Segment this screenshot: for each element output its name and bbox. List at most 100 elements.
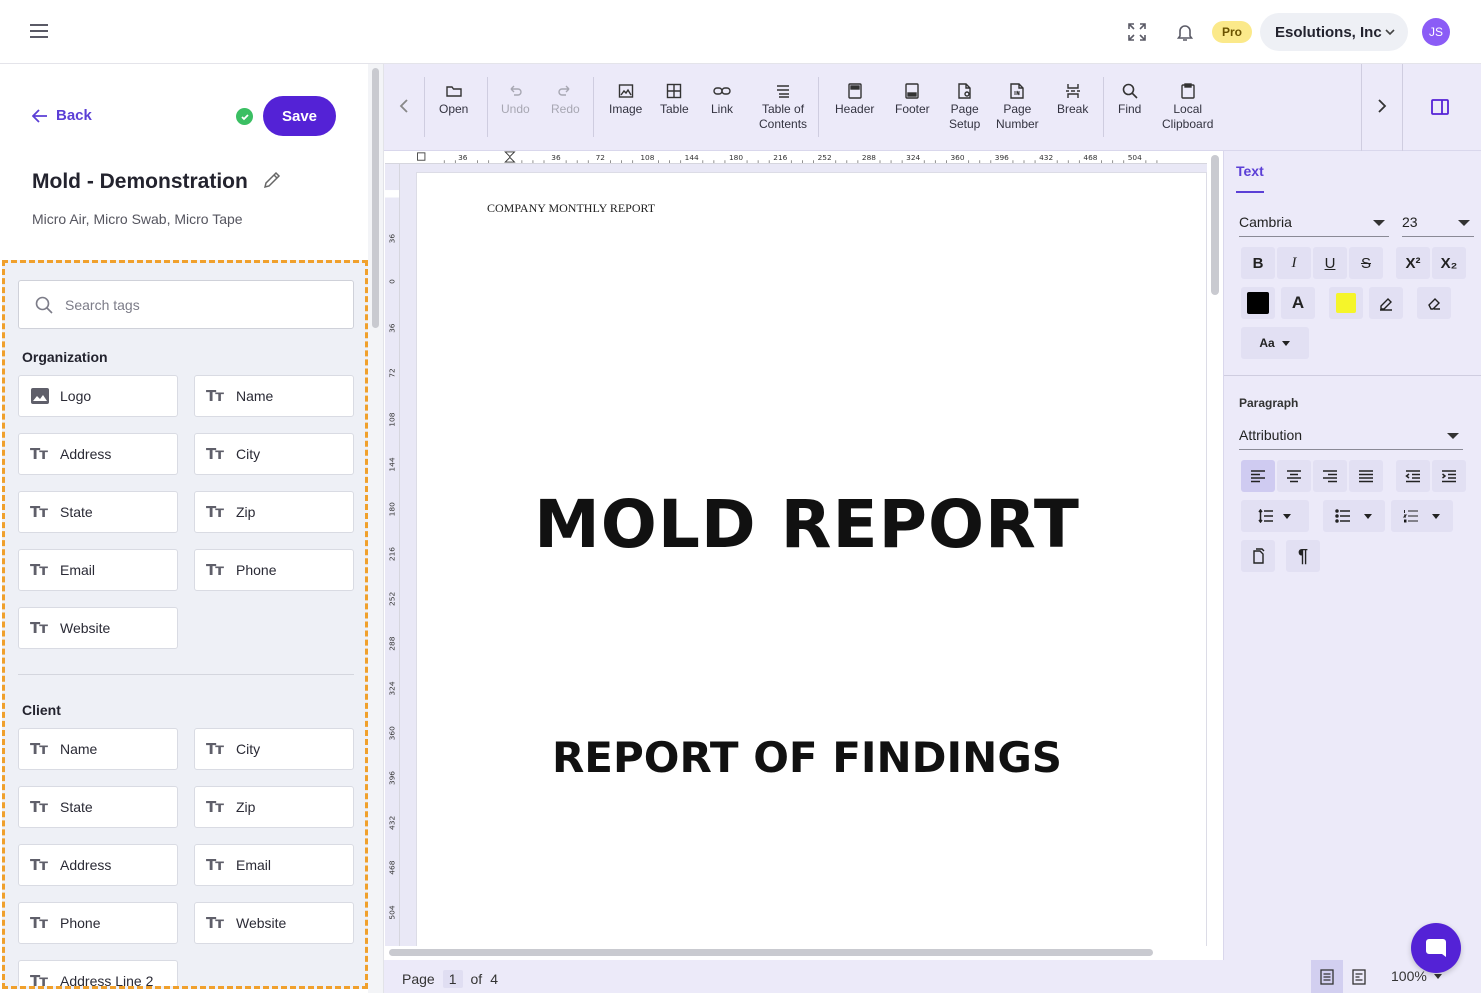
chevron-right-icon[interactable] [1376, 98, 1388, 119]
tab-text[interactable]: Text [1236, 163, 1264, 193]
strikethrough-button[interactable]: S [1349, 247, 1383, 279]
document-canvas[interactable]: COMPANY MONTHLY REPORT MOLD REPORT REPOR… [400, 164, 1207, 952]
page-number-button[interactable]: Page Number [996, 83, 1039, 132]
ruler-h-label: 72 [596, 153, 605, 162]
page-number-label-1: Page [1003, 102, 1032, 116]
highlight-color-button[interactable] [1329, 287, 1363, 319]
current-page-input[interactable]: 1 [442, 970, 463, 988]
footer-button[interactable]: Footer [895, 83, 930, 117]
increase-indent-button[interactable] [1432, 460, 1466, 492]
tag-label: Logo [60, 388, 92, 404]
align-center-button[interactable] [1277, 460, 1311, 492]
undo-button[interactable]: Undo [501, 83, 530, 117]
document-heading[interactable]: MOLD REPORT [401, 486, 1213, 563]
open-button[interactable]: Open [439, 83, 468, 117]
tag-client-state[interactable]: Tт State [18, 786, 178, 828]
page-number-icon [1010, 83, 1025, 99]
image-button[interactable]: Image [609, 83, 642, 117]
sidebar-scrollbar[interactable] [368, 64, 384, 993]
redo-button[interactable]: Redo [551, 83, 580, 117]
search-input[interactable] [65, 296, 325, 313]
print-layout-view-icon[interactable] [1311, 960, 1343, 993]
tag-client-phone[interactable]: Tт Phone [18, 902, 178, 944]
link-button[interactable]: Link [711, 83, 733, 117]
bold-button[interactable]: B [1241, 247, 1275, 279]
break-button[interactable]: Break [1057, 83, 1088, 117]
underline-button[interactable]: U [1313, 247, 1347, 279]
menu-icon[interactable] [30, 20, 58, 44]
tag-org-city[interactable]: Tт City [194, 433, 354, 475]
ruler-v-label: 288 [387, 636, 396, 650]
paragraph-style-select[interactable]: Attribution [1239, 420, 1463, 450]
chat-support-button[interactable] [1411, 923, 1461, 973]
show-formatting-marks-icon[interactable]: ¶ [1286, 540, 1320, 572]
back-button[interactable]: Back [32, 107, 92, 124]
decrease-indent-button[interactable] [1396, 460, 1430, 492]
header-button[interactable]: Header [835, 83, 874, 117]
pencil-icon[interactable] [262, 170, 282, 195]
font-family-select[interactable]: Cambria [1239, 207, 1389, 237]
tag-client-name[interactable]: Tт Name [18, 728, 178, 770]
tag-client-address[interactable]: Tт Address [18, 844, 178, 886]
ruler-h-label: 144 [685, 153, 699, 162]
bell-icon[interactable] [1171, 18, 1199, 46]
tag-search[interactable] [18, 280, 354, 329]
side-panel-toggle-icon[interactable] [1431, 99, 1449, 120]
tag-org-name[interactable]: Tт Name [194, 375, 354, 417]
client-group-title: Client [22, 702, 61, 718]
numbered-list-button[interactable] [1391, 500, 1453, 532]
highlighter-icon[interactable] [1369, 287, 1403, 319]
italic-button[interactable]: I [1277, 247, 1311, 279]
page-setup-button[interactable]: Page Setup [949, 83, 980, 132]
tag-org-logo[interactable]: Logo [18, 375, 178, 417]
align-right-button[interactable] [1313, 460, 1347, 492]
font-color-icon[interactable]: A [1281, 287, 1315, 319]
chevron-left-icon[interactable] [398, 98, 410, 119]
bullet-list-button[interactable] [1323, 500, 1385, 532]
document-horizontal-scrollbar[interactable] [385, 946, 1223, 960]
scrollbar-thumb[interactable] [389, 949, 1153, 956]
eraser-icon[interactable] [1417, 287, 1451, 319]
tag-org-website[interactable]: Tт Website [18, 607, 178, 649]
page-header-text[interactable]: COMPANY MONTHLY REPORT [487, 201, 655, 216]
tag-org-email[interactable]: Tт Email [18, 549, 178, 591]
tag-org-zip[interactable]: Tт Zip [194, 491, 354, 533]
local-clipboard-button[interactable]: Local Clipboard [1162, 83, 1213, 132]
avatar[interactable]: JS [1422, 18, 1450, 46]
text-color-button[interactable] [1241, 287, 1275, 319]
tag-org-phone[interactable]: Tт Phone [194, 549, 354, 591]
table-button[interactable]: Table [660, 83, 689, 117]
save-button[interactable]: Save [263, 96, 336, 136]
vertical-ruler: 36 0 36 72 108 144 180 216 252 288 324 3… [385, 164, 400, 946]
toolbar-divider [487, 77, 488, 137]
change-case-button[interactable]: Aa [1241, 327, 1309, 359]
document-vertical-scrollbar[interactable] [1209, 151, 1223, 946]
table-label: Table [660, 102, 689, 116]
document-page[interactable]: COMPANY MONTHLY REPORT MOLD REPORT REPOR… [416, 172, 1207, 952]
tag-client-address-line-2[interactable]: Tт Address Line 2 [18, 960, 178, 986]
font-size-value: 23 [1402, 213, 1418, 230]
find-button[interactable]: Find [1118, 83, 1141, 117]
font-size-select[interactable]: 23 [1402, 207, 1474, 237]
tag-client-website[interactable]: Tт Website [194, 902, 354, 944]
superscript-button[interactable]: X² [1396, 247, 1430, 279]
tag-org-state[interactable]: Tт State [18, 491, 178, 533]
fullscreen-icon[interactable] [1123, 18, 1151, 46]
tag-org-address[interactable]: Tт Address [18, 433, 178, 475]
tag-client-zip[interactable]: Tт Zip [194, 786, 354, 828]
caret-down-icon [1458, 220, 1470, 226]
scrollbar-thumb[interactable] [372, 68, 379, 328]
organization-select[interactable]: Esolutions, Inc [1260, 13, 1408, 51]
align-left-button[interactable] [1241, 460, 1275, 492]
paragraph-settings-icon[interactable] [1241, 540, 1275, 572]
subscript-button[interactable]: X₂ [1432, 247, 1466, 279]
document-subheading[interactable]: REPORT OF FINDINGS [401, 733, 1213, 782]
scrollbar-thumb[interactable] [1211, 155, 1219, 295]
table-of-contents-button[interactable]: Table of Contents [759, 83, 807, 132]
open-label: Open [439, 102, 469, 116]
web-layout-view-icon[interactable] [1343, 960, 1375, 993]
tag-client-city[interactable]: Tт City [194, 728, 354, 770]
tag-client-email[interactable]: Tт Email [194, 844, 354, 886]
align-justify-button[interactable] [1349, 460, 1383, 492]
line-spacing-button[interactable] [1241, 500, 1309, 532]
